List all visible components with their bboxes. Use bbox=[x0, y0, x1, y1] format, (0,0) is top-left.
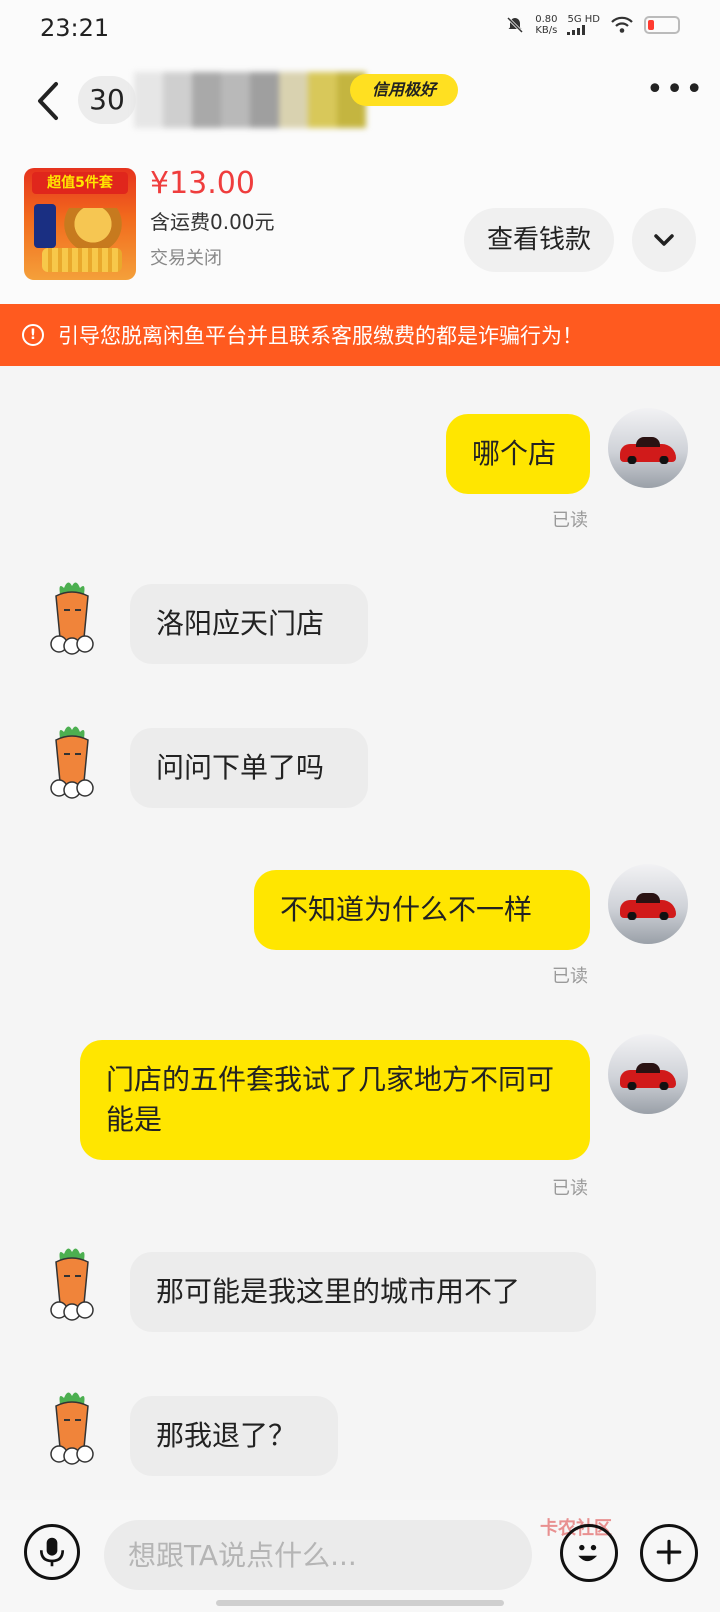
emoji-icon[interactable] bbox=[560, 1524, 618, 1582]
chat-header: 30 信用极好 ••• bbox=[0, 56, 720, 146]
read-receipt: 已读 bbox=[552, 1178, 588, 1199]
message-bubble-theirs[interactable]: 那可能是我这里的城市用不了 bbox=[130, 1252, 596, 1332]
trade-status: 交易关闭 bbox=[150, 248, 222, 269]
network-type: 5G HD bbox=[567, 14, 600, 25]
chevron-down-icon[interactable] bbox=[632, 208, 696, 272]
message-bubble-theirs[interactable]: 问问下单了吗 bbox=[130, 728, 368, 808]
my-avatar[interactable] bbox=[608, 408, 688, 488]
input-bar: 卡农社区 bbox=[0, 1500, 720, 1612]
view-money-button[interactable]: 查看钱款 bbox=[464, 208, 614, 272]
message-bubble-mine[interactable]: 哪个店 bbox=[446, 414, 590, 494]
microphone-icon[interactable] bbox=[24, 1524, 80, 1580]
credit-badge: 信用极好 bbox=[350, 74, 458, 106]
more-options-icon[interactable]: ••• bbox=[646, 75, 703, 108]
fraud-warning-text: 引导您脱离闲鱼平台并且联系客服缴费的都是诈骗行为！ bbox=[58, 324, 583, 348]
net-speed-unit: KB/s bbox=[535, 25, 558, 36]
net-speed: 0.80 KB/s bbox=[535, 14, 557, 36]
carrot-avatar[interactable] bbox=[42, 722, 102, 802]
product-price: ¥13.00 bbox=[150, 166, 255, 201]
cellular-signal-icon: 5G HD bbox=[567, 15, 600, 35]
shipping-fee: 含运费0.00元 bbox=[150, 210, 275, 234]
plus-icon[interactable] bbox=[640, 1524, 698, 1582]
mute-bell-icon bbox=[507, 16, 524, 34]
my-avatar[interactable] bbox=[608, 1034, 688, 1114]
message-bubble-theirs[interactable]: 那我退了？ bbox=[130, 1396, 338, 1476]
product-thumbnail[interactable]: 超值5件套 bbox=[24, 168, 136, 280]
net-speed-value: 0.80 bbox=[535, 14, 558, 25]
message-bubble-theirs[interactable]: 洛阳应天门店 bbox=[130, 584, 368, 664]
back-arrow-icon[interactable] bbox=[30, 76, 66, 126]
my-avatar[interactable] bbox=[608, 864, 688, 944]
message-bubble-mine[interactable]: 门店的五件套我试了几家地方不同可能是 bbox=[80, 1040, 590, 1160]
carrot-avatar[interactable] bbox=[42, 1244, 102, 1324]
status-time: 23:21 bbox=[40, 14, 110, 42]
blurred-username bbox=[134, 72, 366, 128]
carrot-avatar[interactable] bbox=[42, 1388, 102, 1468]
battery-icon bbox=[644, 16, 680, 34]
product-thumbnail-label: 超值5件套 bbox=[32, 172, 128, 194]
status-icons: 0.80 KB/s 5G HD bbox=[505, 14, 680, 36]
wifi-icon bbox=[611, 16, 633, 33]
read-receipt: 已读 bbox=[552, 966, 588, 987]
message-input[interactable] bbox=[104, 1520, 532, 1590]
carrot-avatar[interactable] bbox=[42, 578, 102, 658]
home-indicator[interactable] bbox=[216, 1600, 504, 1606]
product-card[interactable]: 超值5件套 ¥13.00 含运费0.00元 交易关闭 查看钱款 bbox=[0, 146, 720, 304]
fraud-warning-banner: ! 引导您脱离闲鱼平台并且联系客服缴费的都是诈骗行为！ bbox=[0, 304, 720, 366]
warning-icon: ! bbox=[22, 324, 44, 346]
status-bar: 23:21 0.80 KB/s 5G HD bbox=[0, 0, 720, 56]
read-receipt: 已读 bbox=[552, 510, 588, 531]
unread-count-badge[interactable]: 30 bbox=[78, 76, 136, 124]
message-bubble-mine[interactable]: 不知道为什么不一样 bbox=[254, 870, 590, 950]
